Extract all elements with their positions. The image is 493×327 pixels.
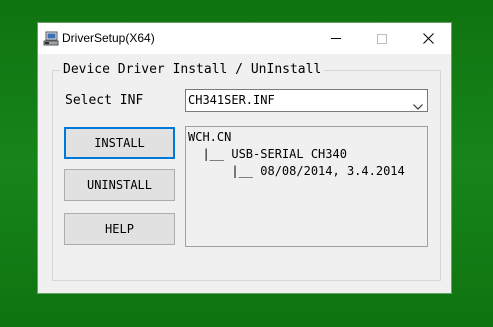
- minimize-icon: [331, 38, 341, 39]
- chevron-down-icon[interactable]: [413, 96, 423, 110]
- driver-setup-window: DriverSetup(X64) Device Driver Install /…: [37, 22, 452, 294]
- info-line-vendor: WCH.CN: [188, 130, 232, 144]
- groupbox-title: Device Driver Install / UnInstall: [60, 62, 325, 77]
- close-icon: [422, 29, 434, 48]
- install-button[interactable]: INSTALL: [64, 127, 175, 159]
- driver-info-box: WCH.CN |__ USB-SERIAL CH340 |__ 08/08/20…: [185, 126, 428, 247]
- help-button[interactable]: HELP: [64, 213, 175, 245]
- info-line-version: |__ 08/08/2014, 3.4.2014: [188, 164, 405, 178]
- minimize-button[interactable]: [313, 23, 359, 54]
- maximize-button[interactable]: [359, 23, 405, 54]
- info-line-device: |__ USB-SERIAL CH340: [188, 147, 347, 161]
- select-inf-label: Select INF: [65, 93, 144, 108]
- computer-installer-icon: [43, 31, 59, 47]
- close-button[interactable]: [405, 23, 451, 54]
- inf-selected-value: CH341SER.INF: [188, 93, 275, 107]
- uninstall-button[interactable]: UNINSTALL: [64, 169, 175, 201]
- maximize-icon: [377, 33, 387, 44]
- window-title: DriverSetup(X64): [62, 31, 155, 45]
- inf-dropdown[interactable]: CH341SER.INF: [185, 89, 428, 112]
- title-bar[interactable]: DriverSetup(X64): [38, 23, 451, 54]
